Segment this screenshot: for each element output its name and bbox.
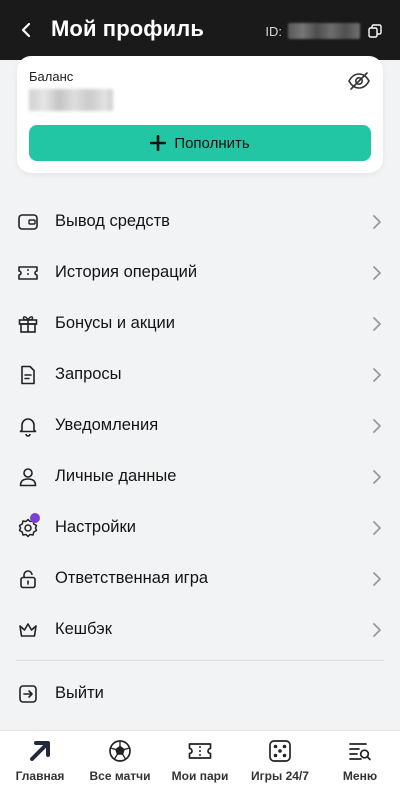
menu-item-notifications[interactable]: Уведомления xyxy=(0,400,400,451)
menu-item-label: Бонусы и акции xyxy=(55,314,175,332)
menu-item-responsible-gaming[interactable]: Ответственная игра xyxy=(0,553,400,604)
bell-icon xyxy=(16,414,40,438)
top-up-button[interactable]: Пополнить xyxy=(29,125,371,161)
menu-item-cashback[interactable]: Кешбэк xyxy=(0,604,400,655)
menu-item-history[interactable]: История операций xyxy=(0,247,400,298)
chevron-right-icon xyxy=(370,316,384,331)
nav-label: Все матчи xyxy=(89,769,151,783)
logout-button[interactable]: Выйти xyxy=(0,668,400,719)
menu-item-personal-data[interactable]: Личные данные xyxy=(0,451,400,502)
chevron-right-icon xyxy=(370,214,384,229)
nav-label: Мои пари xyxy=(171,769,229,783)
eye-off-icon xyxy=(348,72,370,90)
wallet-icon xyxy=(16,210,40,234)
profile-menu: Вывод средств История операций Бонусы и … xyxy=(0,196,400,655)
chevron-right-icon xyxy=(370,469,384,484)
ticket-icon xyxy=(16,261,40,285)
ticket-icon xyxy=(187,738,213,764)
bottom-navigation: Главная Все матчи Мои пари Игры 24/7 Мен… xyxy=(0,730,400,793)
menu-item-label: Настройки xyxy=(55,518,136,536)
menu-item-bonuses[interactable]: Бонусы и акции xyxy=(0,298,400,349)
menu-item-requests[interactable]: Запросы xyxy=(0,349,400,400)
logout-label: Выйти xyxy=(55,684,104,702)
menu-item-label: Уведомления xyxy=(55,416,159,434)
balance-label: Баланс xyxy=(29,69,74,84)
menu-item-withdraw[interactable]: Вывод средств xyxy=(0,196,400,247)
user-icon xyxy=(16,465,40,489)
balance-value-redacted xyxy=(29,89,113,111)
id-value-redacted xyxy=(288,23,360,39)
crown-icon xyxy=(16,618,40,642)
arrow-left-icon xyxy=(21,22,31,38)
chevron-right-icon xyxy=(370,265,384,280)
menu-item-label: История операций xyxy=(55,263,198,281)
notification-dot xyxy=(30,512,40,523)
nav-my-bets[interactable]: Мои пари xyxy=(160,731,240,793)
menu-divider xyxy=(16,660,384,661)
logout-icon xyxy=(16,682,40,706)
copy-icon xyxy=(368,24,382,38)
top-up-label: Пополнить xyxy=(174,134,250,152)
menu-item-label: Ответственная игра xyxy=(55,569,209,587)
menu-search-icon xyxy=(347,738,373,764)
gift-icon xyxy=(16,312,40,336)
menu-item-label: Вывод средств xyxy=(55,212,170,230)
dice-icon xyxy=(267,738,293,764)
lock-icon xyxy=(16,567,40,591)
chevron-right-icon xyxy=(370,571,384,586)
user-id: ID: xyxy=(265,22,384,40)
nav-games-247[interactable]: Игры 24/7 xyxy=(240,731,320,793)
arrow-up-right-icon xyxy=(27,738,53,764)
menu-item-label: Кешбэк xyxy=(55,620,112,638)
nav-home[interactable]: Главная xyxy=(0,731,80,793)
page-title: Мой профиль xyxy=(51,16,204,41)
nav-all-matches[interactable]: Все матчи xyxy=(80,731,160,793)
nav-label: Меню xyxy=(342,769,378,783)
toggle-balance-visibility-button[interactable] xyxy=(347,69,371,93)
back-button[interactable] xyxy=(14,18,38,42)
nav-label: Главная xyxy=(15,769,65,783)
nav-label: Игры 24/7 xyxy=(251,769,309,783)
top-bar: Мой профиль ID: xyxy=(0,0,400,60)
chevron-right-icon xyxy=(370,367,384,382)
plus-icon xyxy=(150,135,167,151)
balance-card: Баланс Пополнить xyxy=(17,56,383,173)
menu-item-label: Запросы xyxy=(55,365,122,383)
id-label: ID: xyxy=(265,23,282,39)
gear-icon xyxy=(16,512,40,540)
soccer-ball-icon xyxy=(107,738,133,764)
copy-id-button[interactable] xyxy=(366,22,384,40)
menu-item-label: Личные данные xyxy=(55,467,177,485)
chevron-right-icon xyxy=(370,520,384,535)
chevron-right-icon xyxy=(370,622,384,637)
chevron-right-icon xyxy=(370,418,384,433)
document-icon xyxy=(16,363,40,387)
nav-menu[interactable]: Меню xyxy=(320,731,400,793)
menu-item-settings[interactable]: Настройки xyxy=(0,502,400,553)
